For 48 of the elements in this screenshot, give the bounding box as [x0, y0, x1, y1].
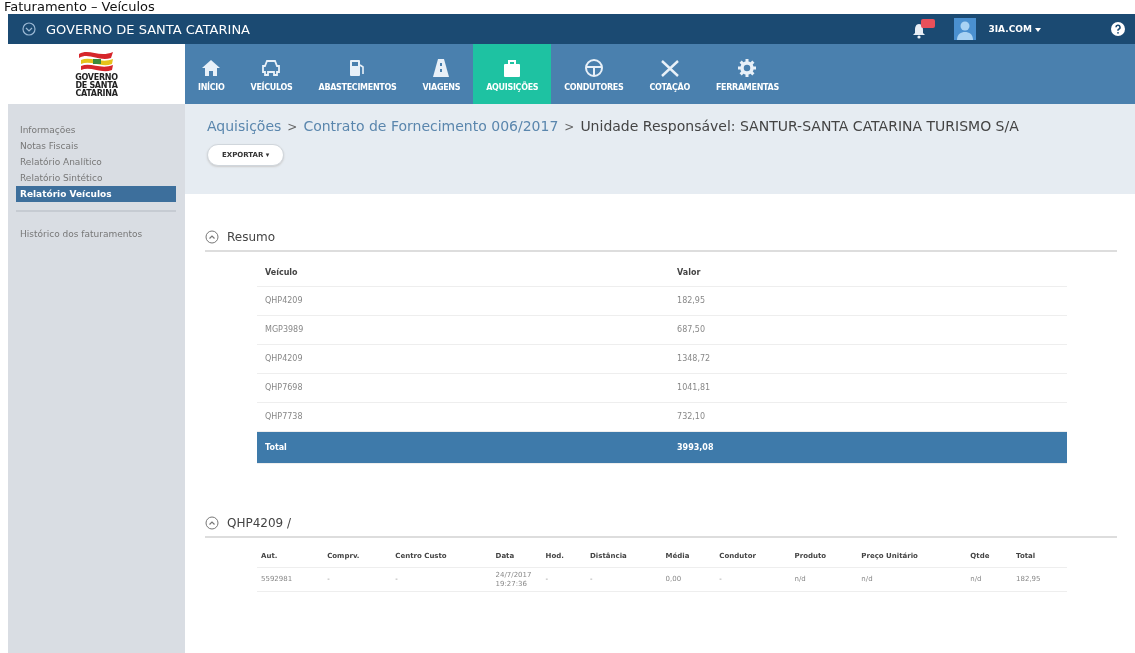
- sidebar-item[interactable]: Informações: [16, 122, 176, 138]
- caret-icon: [1035, 28, 1041, 32]
- sidebar-item[interactable]: Relatório Veículos: [16, 186, 176, 202]
- nav-tab[interactable]: COTAÇÃO: [636, 44, 703, 104]
- nav-tab[interactable]: CONDUTORES: [551, 44, 637, 104]
- chevron-circle-icon[interactable]: [22, 22, 36, 36]
- table-cell: 1041,81: [669, 373, 1067, 402]
- help-icon[interactable]: [1111, 22, 1125, 36]
- collapse-icon[interactable]: [205, 515, 219, 530]
- logo-text: GOVERNO DE SANTA CATARINA: [75, 74, 118, 98]
- column-header: Veículo: [257, 260, 670, 286]
- gear-icon: [736, 56, 759, 79]
- nav-tab[interactable]: FERRAMENTAS: [702, 44, 792, 104]
- breadcrumb-link[interactable]: Contrato de Fornecimento 006/2017: [303, 118, 559, 134]
- breadcrumb-separator: >: [564, 120, 575, 134]
- notification-button[interactable]: [912, 19, 937, 39]
- sidebar-item[interactable]: Histórico dos faturamentos: [16, 226, 176, 242]
- sidebar-item[interactable]: Relatório Sintético: [16, 170, 176, 186]
- sidebar-item[interactable]: Notas Fiscais: [16, 138, 176, 154]
- table-cell: QHP4209: [257, 344, 670, 373]
- nav-tab[interactable]: VEÍCULOS: [237, 44, 306, 104]
- total-cell: Total: [257, 431, 670, 463]
- column-header: Valor: [669, 260, 1067, 286]
- section-title: Resumo: [227, 230, 276, 244]
- table-cell: QHP7738: [257, 402, 670, 431]
- table-cell: 687,50: [669, 315, 1067, 344]
- table-cell: 732,10: [669, 402, 1067, 431]
- breadcrumb-current: Unidade Responsável: SANTUR-SANTA CATARINA TURISMO S/A: [580, 118, 1019, 134]
- avatar-icon[interactable]: [954, 18, 977, 40]
- sidebar-item[interactable]: Relatório Analítico: [16, 154, 176, 170]
- collapse-icon[interactable]: [205, 230, 219, 244]
- nav-tab[interactable]: ABASTECIMENTOS: [305, 44, 410, 104]
- nav-tab[interactable]: AQUISIÇÕES: [473, 44, 552, 104]
- nav-tab[interactable]: VIAGENS: [409, 44, 474, 104]
- nav-tab[interactable]: INÍCIO: [185, 44, 238, 104]
- user-menu[interactable]: 3IA.COM: [988, 24, 1041, 34]
- table-cell: 182,95: [669, 286, 1067, 315]
- page-title: Faturamento – Veículos: [3, 0, 156, 14]
- total-cell: 3993,08: [669, 431, 1067, 463]
- site-title: GOVERNO DE SANTA CATARINA: [46, 21, 251, 37]
- table-cell: 1348,72: [669, 344, 1067, 373]
- table-cell: MGP3989: [257, 315, 670, 344]
- steering-wheel-icon: [582, 56, 605, 79]
- breadcrumb-separator: >: [287, 120, 298, 134]
- table-cell: QHP4209: [257, 286, 670, 315]
- breadcrumb-link[interactable]: Aquisições: [207, 118, 282, 134]
- table-cell: QHP7698: [257, 373, 670, 402]
- section-title: QHP4209 /: [227, 515, 292, 530]
